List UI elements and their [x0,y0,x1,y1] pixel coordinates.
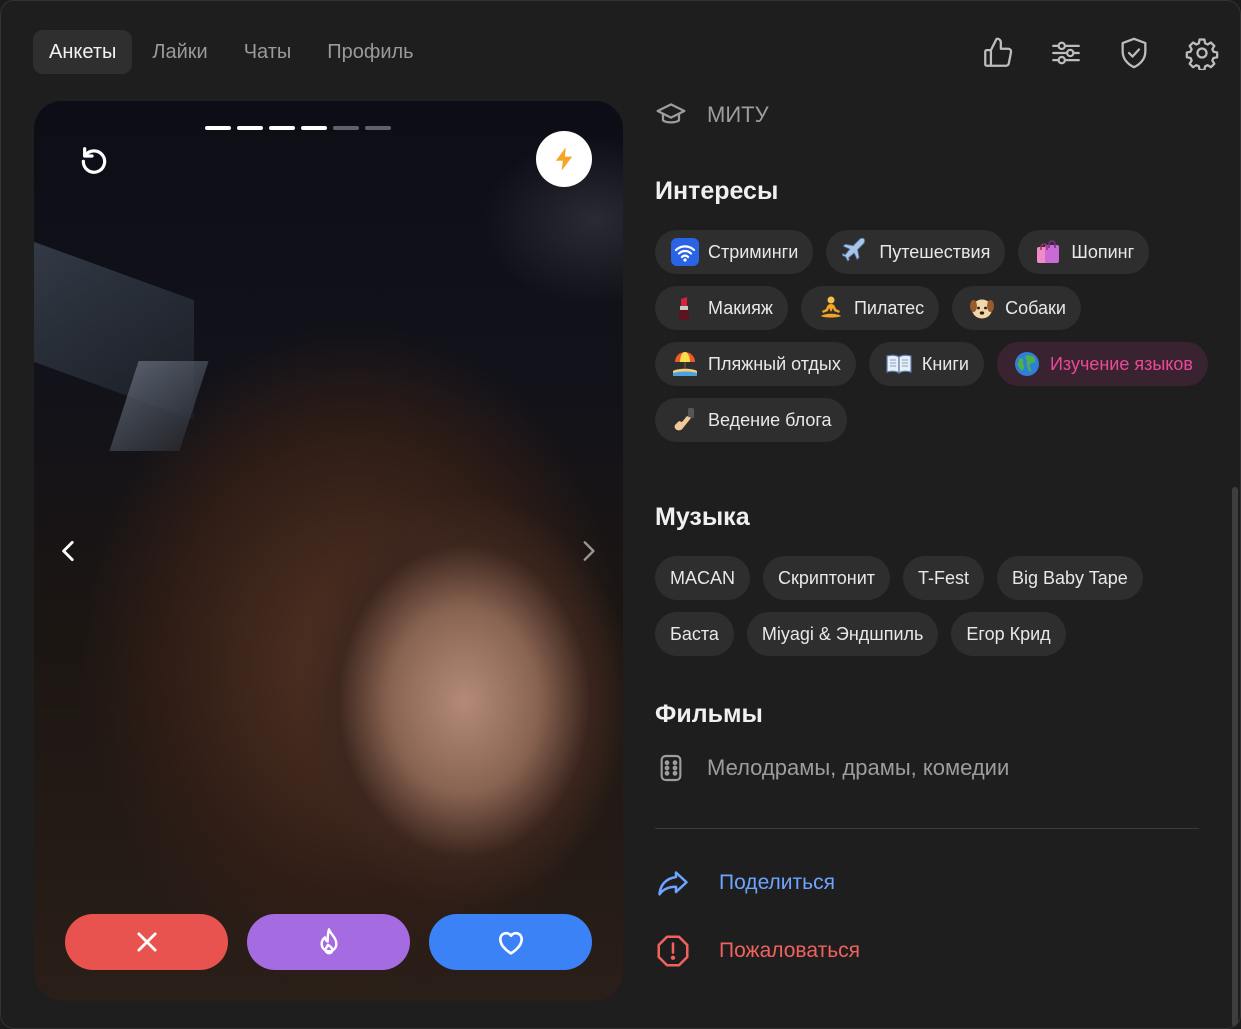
photo-indicator-segment [205,126,231,130]
settings-button[interactable] [1180,31,1224,75]
interest-label: Стриминги [708,241,799,262]
divider [655,828,1199,829]
dislike-button[interactable] [65,914,228,970]
photo-indicator-segment [301,126,327,130]
music-chip: Баста [655,612,734,656]
music-chip: Скриптонит [763,556,890,600]
warning-octagon-icon [657,935,689,967]
interest-chip: Ведение блога [655,398,847,442]
interest-label: Собаки [1005,297,1066,318]
sliders-icon [1052,41,1080,65]
education-row: МИТУ [655,99,769,131]
movies-title: Фильмы [655,700,763,728]
flame-icon [319,928,338,955]
shopping-bags-icon [1033,237,1063,267]
interests-list: Стриминги Путешествия Шопинг Макияж Пила… [655,230,1215,442]
movies-text: Мелодрамы, драмы, комедии [707,755,1010,780]
airplane-icon [841,237,871,267]
app-window: Анкеты Лайки Чаты Профиль МИТУ Интересы … [0,0,1241,1029]
share-label: Поделиться [719,871,835,894]
interest-chip: Пляжный отдых [655,342,856,386]
likes-button[interactable] [976,31,1020,75]
globe-icon [1012,349,1042,379]
music-list: MACAN Скриптонит T-Fest Big Baby Tape Ба… [655,556,1215,656]
interest-chip: Шопинг [1018,230,1150,274]
boost-button[interactable] [536,131,592,187]
beach-icon [670,349,700,379]
superlike-button[interactable] [247,914,410,970]
dice-icon [660,754,682,782]
selfie-icon [670,405,700,435]
graduation-cap-icon [656,103,686,124]
main-tabs: Анкеты Лайки Чаты Профиль [33,30,430,74]
music-chip: MACAN [655,556,751,600]
meditation-icon [816,293,846,323]
safety-button[interactable] [1112,31,1156,75]
music-chip: Егор Крид [951,612,1066,656]
chevron-right-icon [583,541,595,561]
interest-chip-highlighted: Изучение языков [996,342,1208,386]
music-chip: Big Baby Tape [997,556,1143,600]
interest-chip: Пилатес [800,286,940,330]
interest-label: Пилатес [853,297,925,318]
gear-icon [1185,38,1219,70]
tab-chats[interactable]: Чаты [228,30,308,74]
report-button[interactable]: Пожаловаться [655,933,860,969]
tab-likes[interactable]: Лайки [136,30,223,74]
interest-label: Макияж [708,297,773,318]
photo-indicator-segment [269,126,295,130]
interest-label: Шопинг [1071,241,1135,262]
interest-label: Изучение языков [1049,353,1193,374]
scrollbar[interactable] [1232,487,1238,1027]
undo-button[interactable] [71,137,117,183]
top-toolbar [976,31,1224,75]
wifi-icon [670,237,700,267]
report-label: Пожаловаться [719,939,861,962]
close-icon [136,932,157,952]
interest-chip: Путешествия [826,230,1006,274]
heart-icon [498,931,523,955]
music-chip: T-Fest [903,556,985,600]
photo-indicator-segment [333,126,359,130]
previous-photo-button[interactable] [49,531,89,571]
like-button[interactable] [429,914,592,970]
profile-photo-card[interactable] [34,101,623,1001]
interest-label: Книги [921,353,969,374]
interest-label: Ведение блога [708,409,832,430]
music-title: Музыка [655,503,750,531]
lightning-icon [555,147,573,171]
profile-photo [34,101,623,1001]
filters-button[interactable] [1044,31,1088,75]
tab-profile[interactable]: Профиль [311,30,429,74]
photo-indicator-segment [237,126,263,130]
interest-chip: Стриминги [655,230,814,274]
share-arrow-icon [658,871,688,896]
education-text: МИТУ [707,102,769,127]
interest-chip: Книги [868,342,984,386]
music-chip: Miyagi & Эндшпиль [746,612,939,656]
chevron-left-icon [62,540,74,562]
interest-label: Пляжный отдых [708,353,841,374]
shield-check-icon [1121,37,1147,69]
interest-chip: Собаки [952,286,1081,330]
interest-chip: Макияж [655,286,788,330]
next-photo-button[interactable] [568,531,608,571]
photo-progress-indicator [205,126,391,130]
photo-indicator-segment [365,126,391,130]
dog-icon [967,293,997,323]
book-icon [884,349,914,379]
interest-label: Путешествия [879,241,991,262]
undo-icon [81,147,107,174]
movies-row: Мелодрамы, драмы, комедии [655,752,1009,784]
tab-profiles[interactable]: Анкеты [33,30,133,74]
thumbs-up-icon [984,37,1013,67]
interests-title: Интересы [655,177,779,205]
share-button[interactable]: Поделиться [655,865,835,901]
lipstick-icon [670,293,700,323]
